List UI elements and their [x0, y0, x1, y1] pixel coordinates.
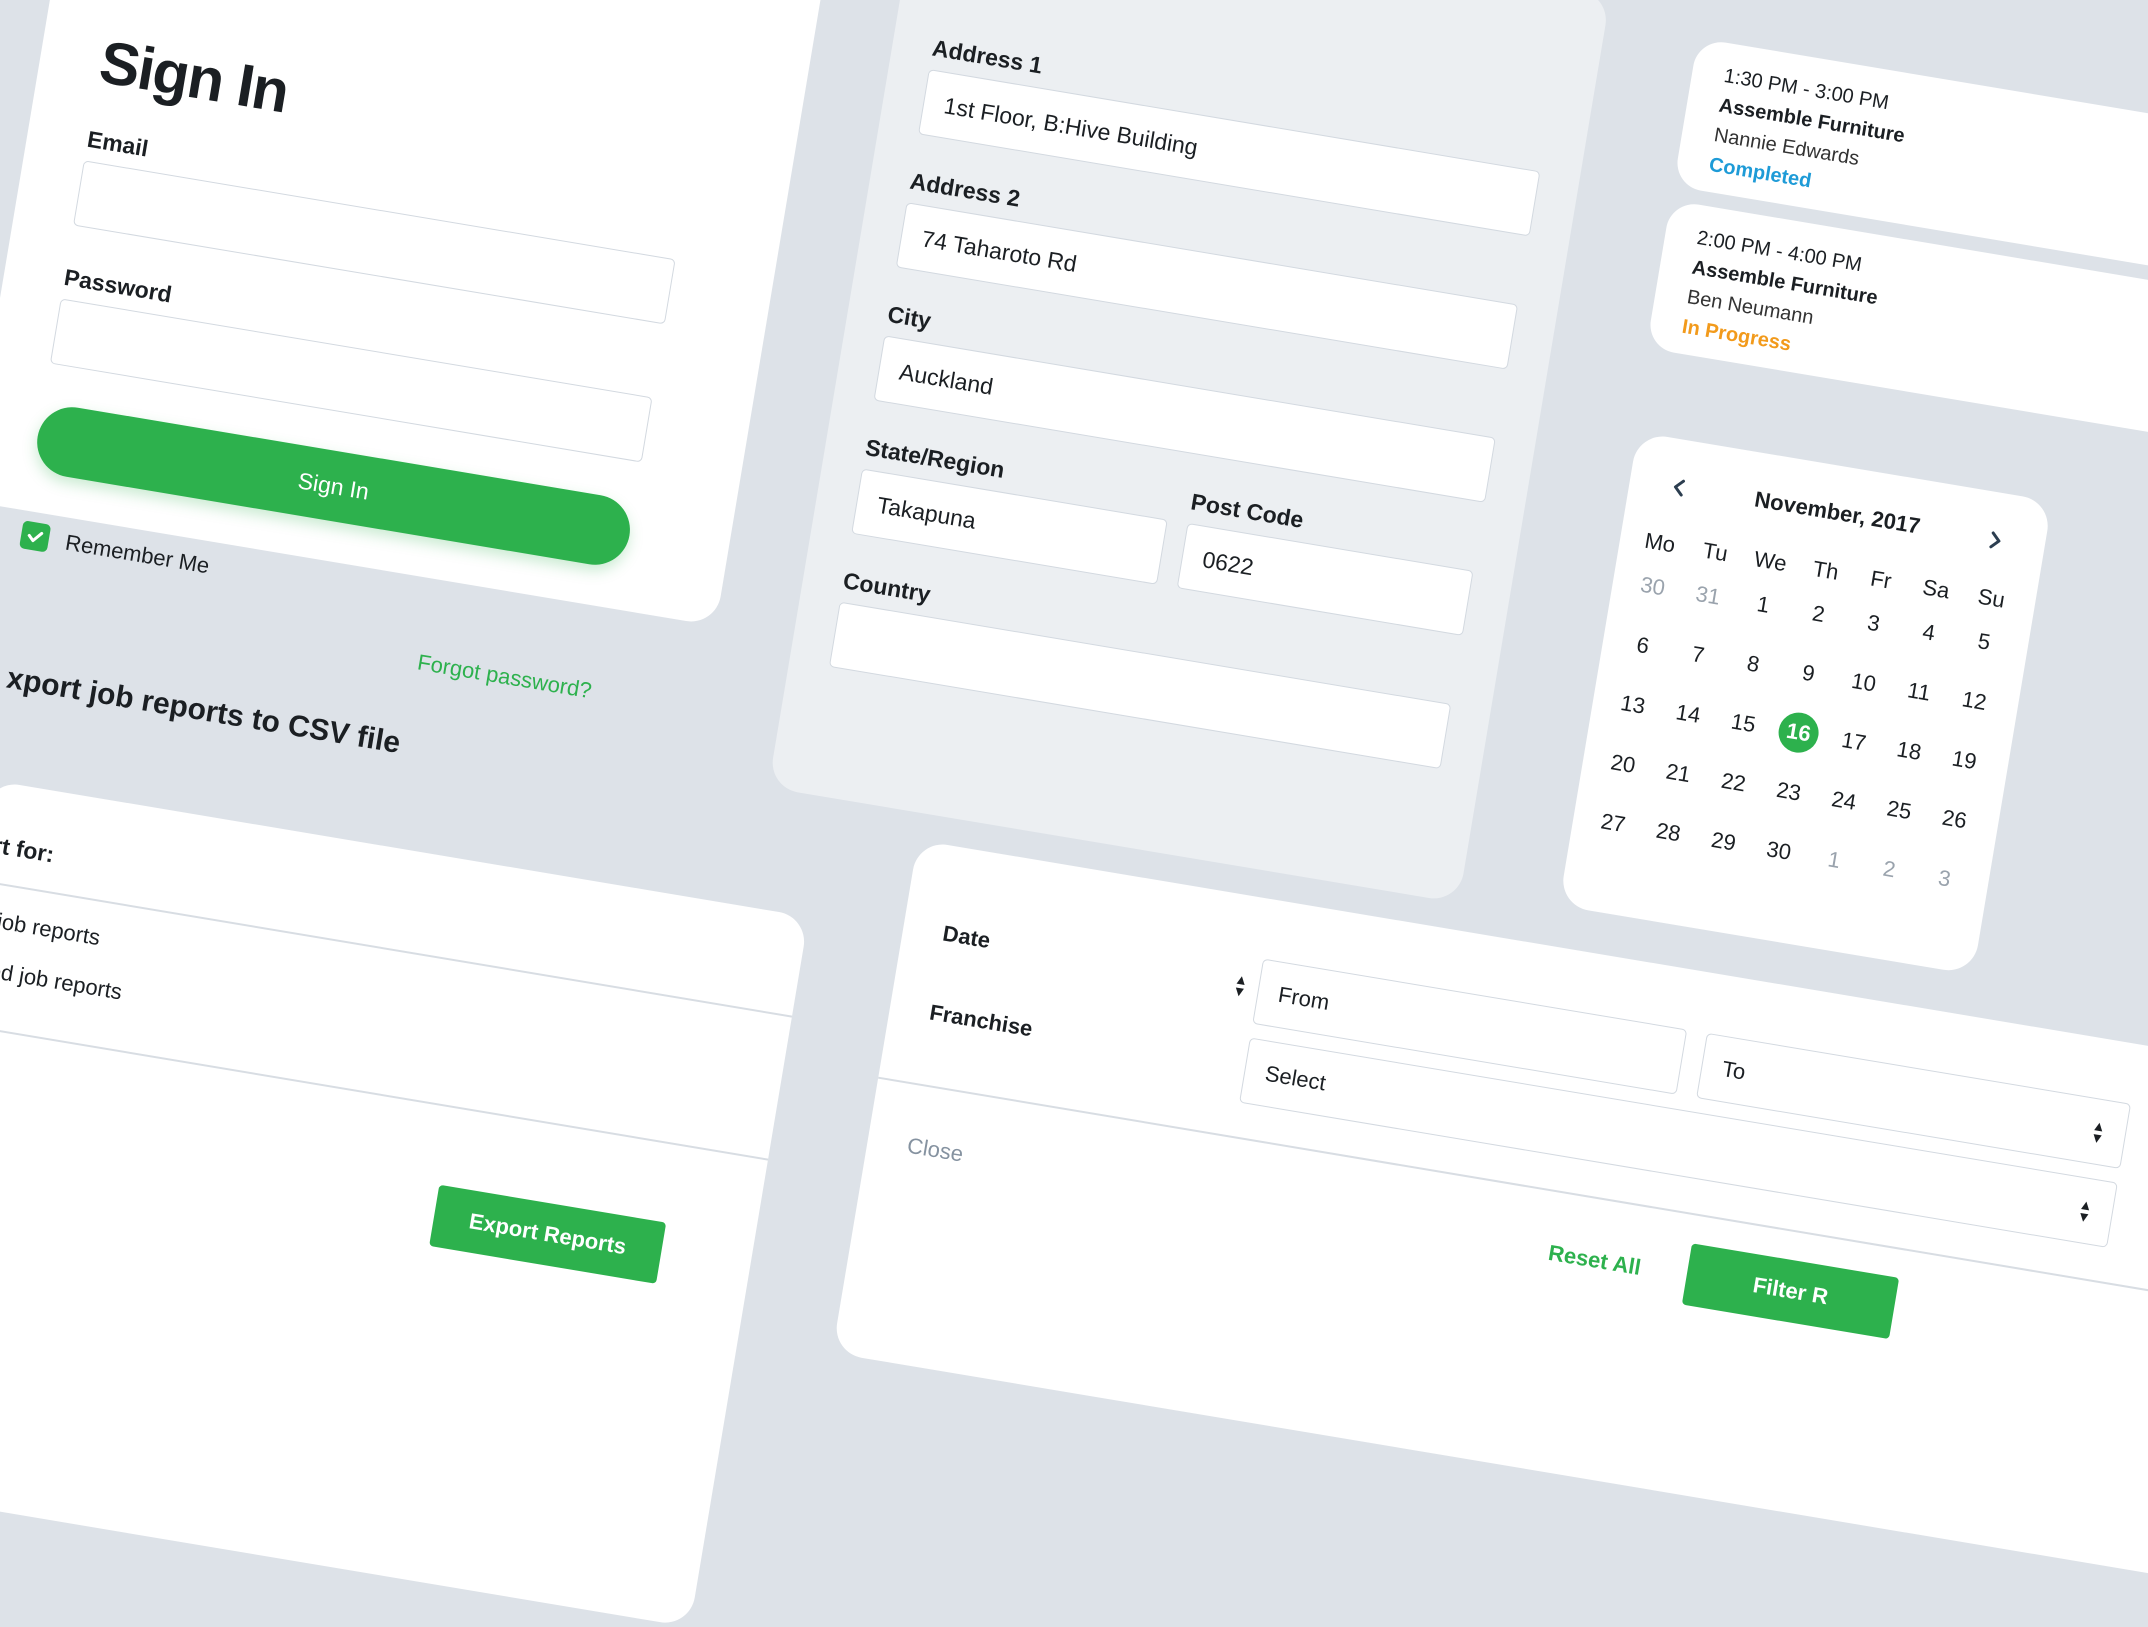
- divider: [0, 1021, 769, 1161]
- calendar-day[interactable]: 30: [1751, 829, 1806, 873]
- filter-reports-button[interactable]: Filter R: [1681, 1243, 1900, 1340]
- calendar-day[interactable]: 2: [1862, 848, 1917, 892]
- calendar-day[interactable]: 7: [1670, 633, 1725, 677]
- calendar-day[interactable]: 27: [1585, 801, 1640, 845]
- calendar-day[interactable]: 8: [1726, 642, 1781, 686]
- country-field[interactable]: [828, 601, 1452, 770]
- calendar-day[interactable]: 11: [1891, 670, 1946, 714]
- calendar-day[interactable]: 31: [1680, 574, 1735, 618]
- calendar-day[interactable]: 14: [1660, 692, 1715, 736]
- date-to-placeholder: To: [1720, 1056, 1748, 1085]
- calendar-day[interactable]: 19: [1937, 738, 1992, 782]
- calendar-day[interactable]: 20: [1595, 742, 1650, 786]
- calendar-day[interactable]: 21: [1651, 751, 1706, 795]
- export-reports-button[interactable]: Export Reports: [429, 1184, 667, 1284]
- sign-in-title: Sign In: [94, 28, 293, 126]
- select-arrows-icon: ▲ ▼: [2088, 1116, 2108, 1147]
- export-title: xport job reports to CSV file: [4, 661, 403, 760]
- calendar-day[interactable]: 9: [1781, 652, 1836, 696]
- calendar-day[interactable]: 10: [1836, 661, 1891, 705]
- select-arrows-icon: ▲ ▼: [2075, 1195, 2095, 1226]
- calendar-day-selected[interactable]: 16: [1771, 709, 1827, 757]
- export-reports-card: xport job reports to CSV file ort for: A…: [0, 662, 809, 1627]
- email-label: Email: [85, 125, 151, 162]
- calendar-day[interactable]: 12: [1947, 679, 2002, 723]
- calendar-day[interactable]: 3: [1917, 857, 1972, 901]
- calendar-day[interactable]: 17: [1826, 720, 1881, 764]
- option-all-job-reports[interactable]: All job reports: [0, 903, 102, 951]
- calendar-day[interactable]: 13: [1605, 683, 1660, 727]
- country-label: Country: [841, 567, 933, 608]
- sign-in-card: Sign In Email Password Sign In Remember …: [0, 0, 830, 703]
- checkmark-icon: [27, 531, 44, 543]
- calendar-day[interactable]: 1: [1736, 583, 1791, 627]
- calendar-day[interactable]: 22: [1706, 761, 1761, 805]
- calendar-day[interactable]: 2: [1791, 592, 1846, 636]
- calendar-card: November, 2017 Mo Tu We Th Fr Sa Su 30 31 1 2 3 4 5 6 7…: [1558, 432, 2053, 975]
- weekday-header: Tu: [1700, 537, 1730, 567]
- chevron-right-icon: [1989, 531, 2001, 549]
- close-button[interactable]: Close: [905, 1133, 965, 1168]
- calendar-day[interactable]: 30: [1625, 565, 1680, 609]
- weekday-header: Su: [1976, 583, 2007, 613]
- state-region-field[interactable]: Takapuna: [851, 468, 1168, 585]
- address-2-field[interactable]: 74 Taharoto Rd: [895, 202, 1519, 370]
- post-code-field[interactable]: 0622: [1176, 522, 1474, 636]
- calendar-day[interactable]: 6: [1615, 624, 1670, 668]
- export-for-label: ort for:: [0, 829, 57, 868]
- weekday-header: Fr: [1868, 565, 1894, 594]
- calendar-day[interactable]: 3: [1846, 602, 1901, 646]
- option-filtered-job-reports[interactable]: ltered job reports: [0, 953, 124, 1006]
- calendar-day[interactable]: 28: [1641, 811, 1696, 855]
- next-month-button[interactable]: [1972, 517, 2018, 563]
- calendar-day[interactable]: 15: [1716, 702, 1771, 746]
- calendar-day[interactable]: 1: [1806, 838, 1861, 882]
- city-label: City: [885, 300, 933, 334]
- franchise-label: Franchise: [927, 999, 1035, 1042]
- calendar-day[interactable]: 26: [1927, 798, 1982, 842]
- calendar-day[interactable]: 4: [1901, 611, 1956, 655]
- weekday-header: Mo: [1642, 527, 1678, 558]
- forgot-password-link[interactable]: Forgot password?: [415, 649, 594, 704]
- select-arrows-icon: ▲ ▼: [1231, 970, 1250, 1001]
- weekday-header: Sa: [1920, 574, 1952, 604]
- calendar-day[interactable]: 5: [1956, 620, 2011, 664]
- reset-all-button[interactable]: Reset All: [1546, 1240, 1643, 1281]
- date-label: Date: [940, 920, 993, 954]
- calendar-day[interactable]: 25: [1872, 788, 1927, 832]
- calendar-day[interactable]: 18: [1881, 729, 1936, 773]
- remember-me-label: Remember Me: [63, 529, 212, 579]
- calendar-day[interactable]: 23: [1761, 770, 1816, 814]
- remember-me-checkbox[interactable]: [19, 520, 52, 553]
- franchise-select-value: Select: [1263, 1060, 1328, 1096]
- weekday-header: Th: [1811, 555, 1841, 585]
- calendar-day[interactable]: 24: [1816, 779, 1871, 823]
- calendar-day[interactable]: 29: [1696, 820, 1751, 864]
- address-card: Address 1 1st Floor, B:Hive Building Add…: [768, 0, 1611, 903]
- weekday-header: We: [1752, 546, 1789, 577]
